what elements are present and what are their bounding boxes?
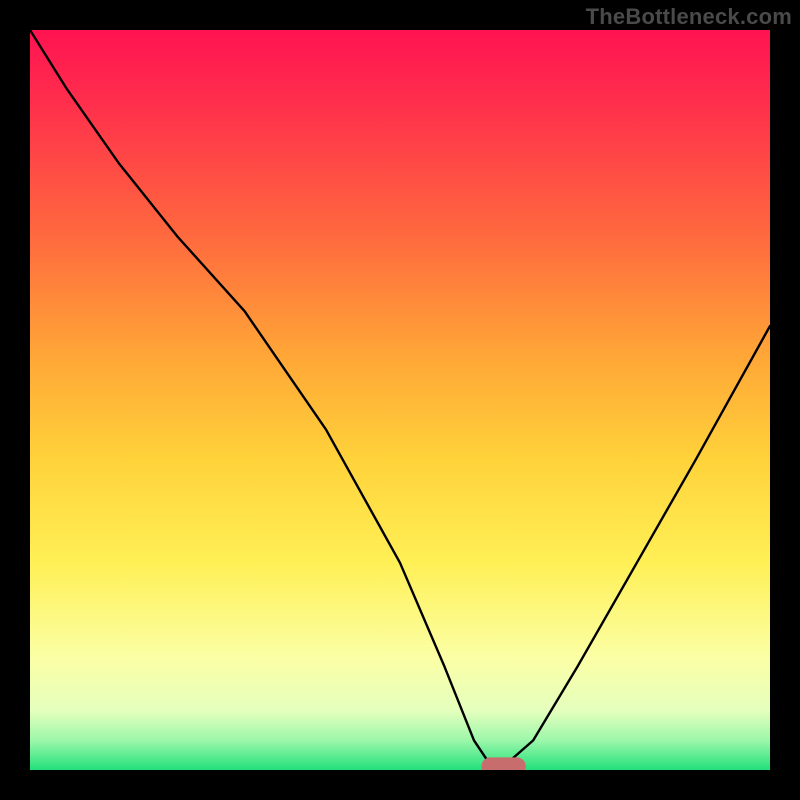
chart-frame: TheBottleneck.com	[0, 0, 800, 800]
chart-svg	[30, 30, 770, 770]
plot-area	[30, 30, 770, 770]
optimal-marker	[481, 757, 525, 770]
bottleneck-curve	[30, 30, 770, 766]
source-caption: TheBottleneck.com	[586, 4, 792, 30]
